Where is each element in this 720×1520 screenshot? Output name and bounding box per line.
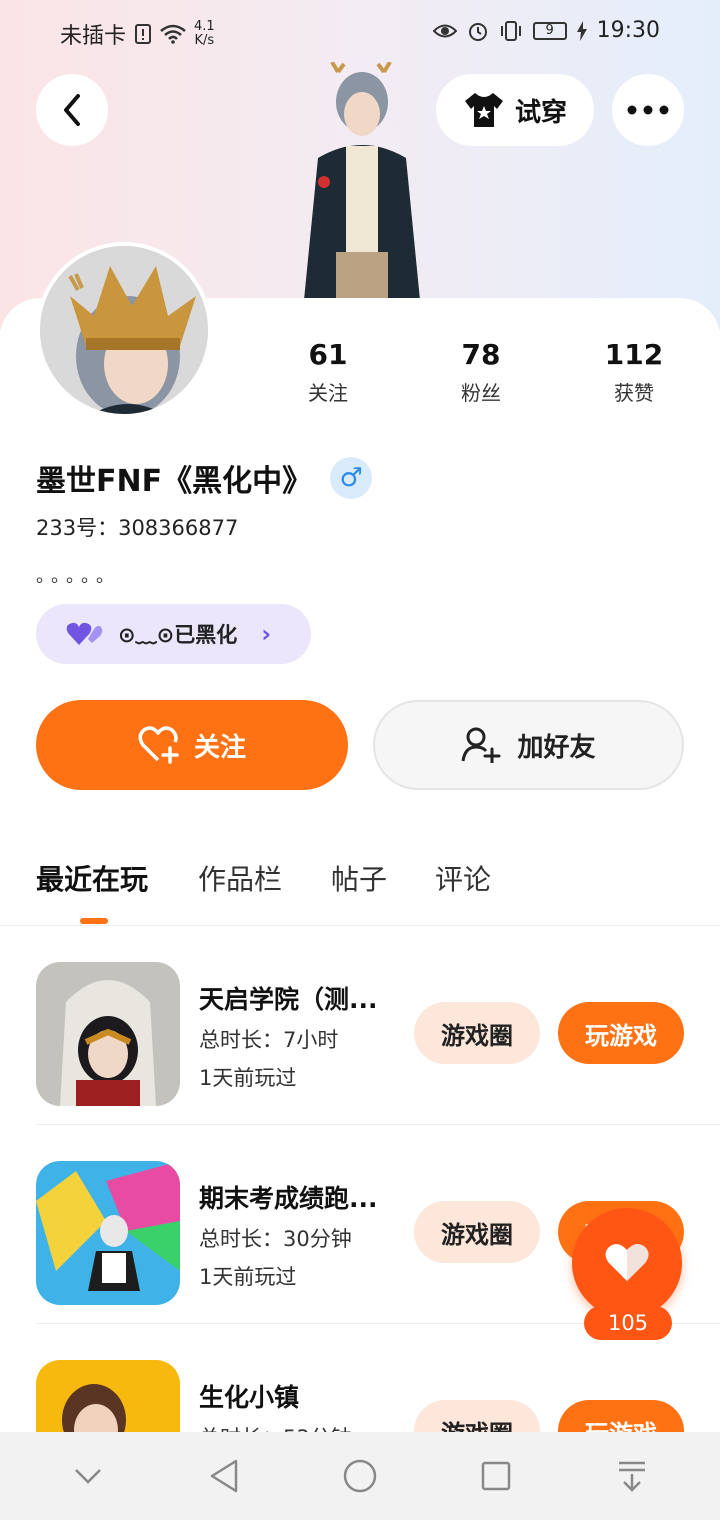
game-last-played: 1天前玩过: [199, 1265, 297, 1289]
nav-home-button[interactable]: [330, 1446, 390, 1506]
status-bar: 未插卡 4.1 K/s 9 19:30: [0, 0, 720, 60]
stats-row: 61 关注 78 粉丝 112 获赞: [250, 338, 720, 410]
stat-likes[interactable]: 112 获赞: [574, 338, 694, 406]
stat-value: 112: [604, 338, 664, 371]
tab-works[interactable]: 作品栏: [198, 858, 282, 898]
gender-male-icon: ♂: [330, 457, 373, 499]
user-id[interactable]: 233号：308366877: [36, 512, 238, 542]
like-button[interactable]: [572, 1208, 682, 1318]
stat-label: 粉丝: [461, 381, 501, 405]
net-speed-value: 4.1: [194, 19, 215, 34]
stat-followers[interactable]: 78 粉丝: [421, 338, 541, 406]
follow-label: 关注: [193, 732, 246, 763]
sim-alert-icon: [135, 24, 152, 44]
game-title: 期末考成绩跑...: [199, 1184, 378, 1213]
clock-time: 19:30: [596, 18, 660, 43]
nav-recents-button[interactable]: [466, 1446, 526, 1506]
game-icon-art: [36, 962, 180, 1106]
game-row[interactable]: 天启学院（测... 总时长：7小时 1天前玩过 游戏圈 玩游戏: [0, 926, 720, 1125]
nav-back-button[interactable]: [194, 1446, 254, 1506]
pull-down-icon: [619, 1461, 645, 1492]
alarm-icon: [468, 22, 487, 41]
status-left: 未插卡 4.1 K/s: [60, 18, 215, 50]
carrier-label: 未插卡: [60, 24, 127, 49]
status-tag-label: ⊙﹏⊙已黑化: [118, 623, 238, 647]
stat-value: 61: [308, 338, 348, 371]
chevron-left-icon: [64, 94, 80, 126]
try-on-button[interactable]: 试穿: [436, 74, 594, 146]
user-add-icon: [461, 727, 501, 763]
heart-status-icon: [66, 622, 103, 645]
square-recents-icon: [481, 1461, 511, 1491]
stat-label: 获赞: [614, 381, 654, 405]
avatar-figure-illustration: [304, 60, 420, 302]
heart-plus-icon: [138, 726, 179, 764]
stat-value: 78: [461, 338, 501, 371]
profile-avatar[interactable]: [36, 242, 212, 418]
follow-button[interactable]: 关注: [36, 700, 348, 790]
stat-label: 关注: [308, 381, 348, 405]
like-count-badge: 105: [584, 1306, 672, 1340]
tshirt-icon: [464, 93, 503, 127]
play-game-button[interactable]: 玩游戏: [558, 1002, 684, 1064]
game-circle-button[interactable]: 游戏圈: [414, 1201, 540, 1263]
game-icon-art: [36, 1161, 180, 1305]
stat-following[interactable]: 61 关注: [268, 338, 388, 406]
avatar-3d-figure[interactable]: [288, 60, 436, 302]
nav-hide-button[interactable]: [58, 1446, 118, 1506]
bio-text: 。。。。。: [36, 566, 120, 587]
tab-comments[interactable]: 评论: [435, 858, 491, 898]
wifi-icon: [160, 24, 186, 44]
add-friend-label: 加好友: [517, 732, 596, 763]
try-on-label: 试穿: [514, 97, 567, 128]
game-icon[interactable]: [36, 962, 180, 1106]
more-dots-icon: [627, 105, 669, 115]
game-circle-button[interactable]: 游戏圈: [414, 1002, 540, 1064]
game-duration: 总时长：7小时: [199, 1028, 339, 1052]
tab-active-indicator: [80, 918, 108, 924]
add-friend-button[interactable]: 加好友: [373, 700, 684, 790]
game-icon[interactable]: [36, 1161, 180, 1305]
heart-icon: [605, 1244, 649, 1281]
system-nav-bar: [0, 1432, 720, 1520]
tab-recently-played[interactable]: 最近在玩: [36, 858, 148, 898]
chevron-right-icon: ›: [261, 620, 272, 648]
circle-home-icon: [343, 1459, 377, 1493]
chevron-down-icon: [75, 1469, 101, 1484]
tab-posts[interactable]: 帖子: [331, 858, 387, 898]
nav-notifications-button[interactable]: [602, 1446, 662, 1506]
profile-name: 墨世FNF《黑化中》: [36, 464, 313, 499]
battery-indicator: 9: [532, 21, 567, 40]
charging-bolt-icon: [576, 20, 587, 41]
vibrate-icon: [500, 20, 521, 41]
game-title: 天启学院（测...: [199, 985, 378, 1014]
more-options-button[interactable]: [612, 74, 684, 146]
status-right: 9 19:30: [432, 18, 660, 43]
profile-name-row: 墨世FNF《黑化中》 ♂: [36, 456, 373, 500]
net-speed-unit: K/s: [194, 33, 215, 48]
game-duration: 总时长：30分钟: [199, 1227, 352, 1251]
net-speed: 4.1 K/s: [194, 20, 215, 48]
game-title: 生化小镇: [199, 1383, 300, 1412]
triangle-back-icon: [210, 1459, 238, 1493]
profile-tabs: 最近在玩 作品栏 帖子 评论: [36, 858, 696, 898]
back-button[interactable]: [36, 74, 108, 146]
status-tag[interactable]: ⊙﹏⊙已黑化 ›: [36, 604, 311, 664]
avatar-portrait-illustration: [40, 246, 208, 414]
game-last-played: 1天前玩过: [199, 1066, 297, 1090]
eye-icon: [432, 24, 457, 37]
